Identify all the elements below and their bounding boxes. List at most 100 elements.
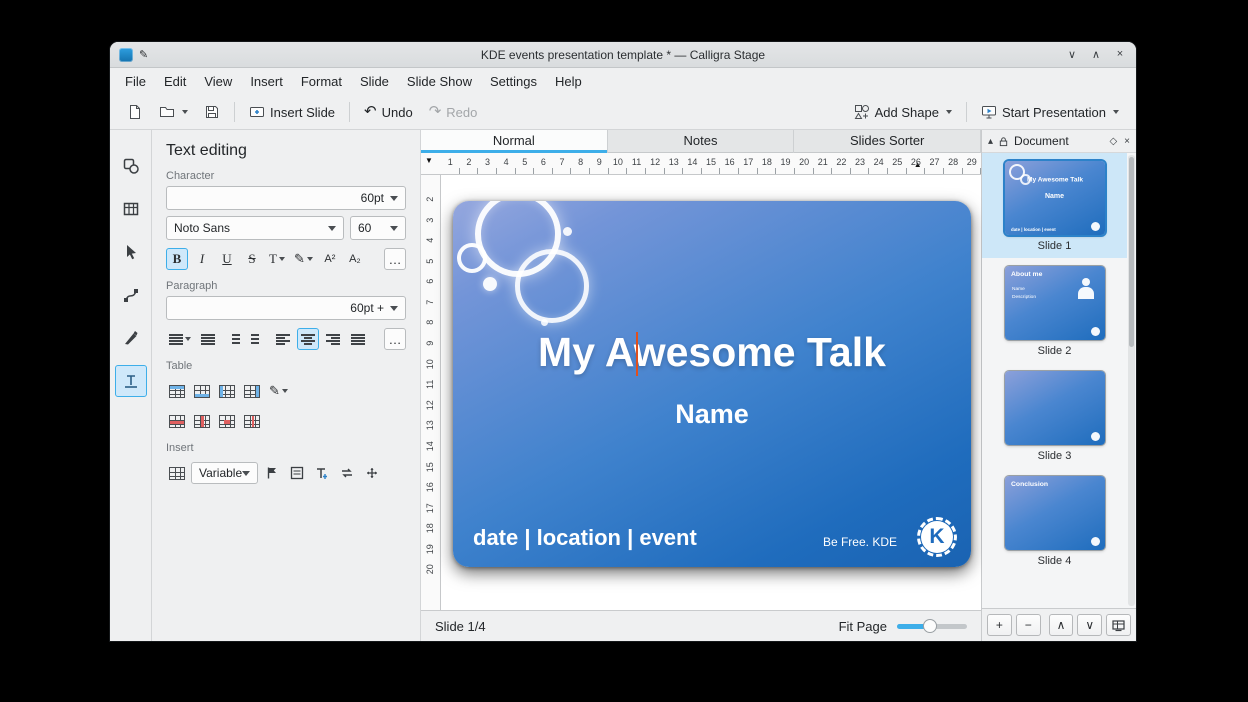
slide-title-textbox[interactable]: My Awesome Talk [453,329,971,376]
font-size-dropdown[interactable]: 60 [350,216,406,240]
change-case-button[interactable]: T [266,248,288,270]
underline-button[interactable]: U [216,248,238,270]
more-character-options-button[interactable]: … [384,248,406,270]
tab-slides-sorter[interactable]: Slides Sorter [794,130,981,153]
add-slide-button[interactable]: + [987,614,1012,636]
insert-slide-button[interactable]: Insert Slide [242,100,342,124]
table-border-pen-button[interactable]: ✎ [266,380,291,402]
special-character-button[interactable] [311,462,333,484]
chevron-down-icon [307,257,313,261]
basic-shapes-tool[interactable] [115,150,147,182]
collapse-icon[interactable]: ▴ [988,136,993,147]
add-shape-button[interactable]: Add Shape [847,100,959,124]
selection-tool[interactable] [115,236,147,268]
delete-row-button[interactable] [166,410,188,432]
highlight-color-button[interactable]: ✎ [291,248,316,270]
undo-button[interactable]: ↶ Undo [357,101,420,124]
list-style-button[interactable] [166,328,194,350]
slide-thumbnail-slide-2[interactable]: About meNameDescriptionSlide 2 [982,258,1127,363]
redo-button[interactable]: ↷ Redo [422,101,485,124]
menu-item-view[interactable]: View [195,70,241,93]
zoom-slider-thumb[interactable] [923,619,937,633]
move-slide-down-button[interactable]: ∨ [1077,614,1102,636]
character-section-label: Character [166,170,406,182]
strikethrough-button[interactable]: S [241,248,263,270]
insert-column-right-button[interactable] [241,380,263,402]
bookmark-button[interactable] [261,462,283,484]
menu-item-slide-show[interactable]: Slide Show [398,70,481,93]
font-family-dropdown[interactable]: Noto Sans [166,216,344,240]
insert-row-below-button[interactable] [191,380,213,402]
slide-thumbnail-slide-1[interactable]: My Awesome TalkNamedate | location | eve… [982,153,1127,258]
ruler-horizontal[interactable]: ▼ ▲ 123456789101112131415161718192021222… [421,153,981,175]
open-document-button[interactable] [152,100,195,124]
slide-page[interactable]: My Awesome Talk Name date | location | e… [453,201,971,567]
menu-item-file[interactable]: File [116,70,155,93]
scrollbar-thumb[interactable] [1129,157,1134,347]
save-button[interactable] [197,100,227,124]
slide-footer-textbox[interactable]: date | location | event [473,525,697,551]
text-tool[interactable] [115,365,147,397]
float-docker-button[interactable]: ◇ [1109,136,1117,147]
ruler-number: 26 [907,153,926,174]
table-tool[interactable] [115,193,147,225]
font-size-value: 60 [358,221,371,235]
menu-item-format[interactable]: Format [292,70,351,93]
ruler-vertical[interactable]: 234567891011121314151617181920 [421,175,441,610]
italic-button[interactable]: I [191,248,213,270]
delete-slide-button[interactable]: − [1016,614,1041,636]
ruler-number: 13 [665,153,684,174]
subscript-button[interactable]: A₂ [344,248,366,270]
align-center-button[interactable] [297,328,319,350]
menu-item-settings[interactable]: Settings [481,70,546,93]
delete-column-button[interactable] [191,410,213,432]
table-icon [169,467,185,480]
move-slide-up-button[interactable]: ∧ [1049,614,1074,636]
bold-button[interactable]: B [166,248,188,270]
align-right-button[interactable] [322,328,344,350]
align-left-button[interactable] [272,328,294,350]
scrollbar[interactable] [1128,155,1135,606]
tab-normal[interactable]: Normal [421,130,608,153]
variable-dropdown[interactable]: Variable [191,462,258,484]
start-presentation-button[interactable]: Start Presentation [974,100,1126,124]
close-button[interactable]: × [1113,48,1127,61]
chevron-down-icon [242,471,250,476]
align-justify-button[interactable] [347,328,369,350]
freehand-path-tool[interactable] [115,322,147,354]
new-document-button[interactable] [120,100,150,124]
ruler-number: 25 [888,153,907,174]
keep-above-button[interactable]: ∧ [1089,48,1103,61]
character-style-dropdown[interactable]: 60pt [166,186,406,210]
slide-thumbnail-slide-3[interactable]: Slide 3 [982,363,1127,468]
change-direction-button[interactable] [336,462,358,484]
paragraph-style-dropdown[interactable]: 60pt + [166,296,406,320]
menu-item-insert[interactable]: Insert [241,70,292,93]
shade-button[interactable]: ∨ [1065,48,1079,61]
line-spacing-button[interactable] [197,328,219,350]
menu-item-slide[interactable]: Slide [351,70,398,93]
close-docker-button[interactable]: × [1124,136,1130,147]
connection-tool[interactable] [115,279,147,311]
merge-cells-button[interactable] [216,410,238,432]
smart-insert-button[interactable] [361,462,383,484]
split-cells-button[interactable] [241,410,263,432]
menu-item-help[interactable]: Help [546,70,591,93]
more-paragraph-options-button[interactable]: … [384,328,406,350]
slide-master-button[interactable] [1106,614,1131,636]
menu-item-edit[interactable]: Edit [155,70,195,93]
insert-column-left-button[interactable] [216,380,238,402]
slide-subtitle-textbox[interactable]: Name [453,399,971,430]
slide-thumbnail-slide-4[interactable]: ConclusionSlide 4 [982,468,1127,573]
decrease-indent-button[interactable] [222,328,244,350]
increase-indent-button[interactable] [247,328,269,350]
insert-row-above-button[interactable] [166,380,188,402]
tab-notes[interactable]: Notes [608,130,795,153]
zoom-slider[interactable] [897,619,967,633]
slide-canvas[interactable]: My Awesome Talk Name date | location | e… [441,175,981,610]
insert-table-button[interactable] [166,462,188,484]
section-button[interactable] [286,462,308,484]
titlebar[interactable]: ✎ KDE events presentation template * — C… [110,42,1136,68]
superscript-button[interactable]: A² [319,248,341,270]
insert-column-right-icon [244,385,260,398]
